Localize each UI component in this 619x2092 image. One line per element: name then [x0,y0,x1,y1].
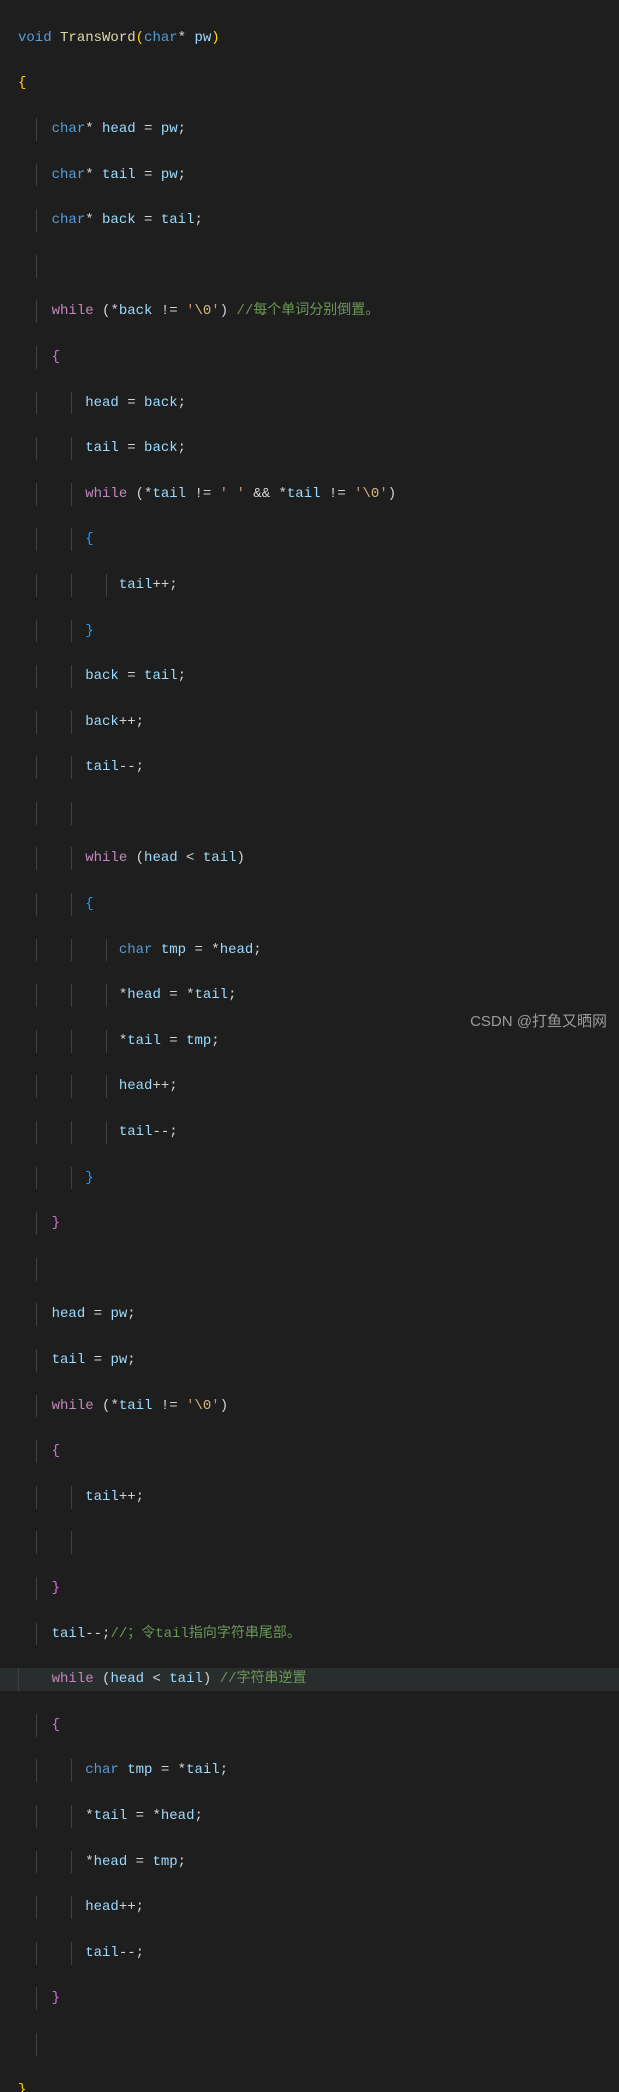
code-line: char* tail = pw; [18,164,619,187]
code-line: head = pw; [18,1303,619,1326]
code-line: head++; [18,1075,619,1098]
code-line: tail = back; [18,437,619,460]
code-line: while (*back != '\0') //每个单词分别倒置。 [18,300,619,323]
code-line: void TransWord(char* pw) [18,27,619,50]
code-line: back++; [18,711,619,734]
code-line [18,2033,619,2056]
code-line [18,802,619,825]
code-line: } [18,620,619,643]
code-line [18,255,619,278]
code-line: while (*tail != ' ' && *tail != '\0') [18,483,619,506]
code-line: while (*tail != '\0') [18,1395,619,1418]
code-line: { [18,72,619,95]
code-line: *tail = *head; [18,1805,619,1828]
code-line [18,1258,619,1281]
code-line: char tmp = *tail; [18,1759,619,1782]
code-line: head++; [18,1896,619,1919]
code-line: } [18,1577,619,1600]
code-line: } [18,1212,619,1235]
code-line: tail--; [18,1121,619,1144]
code-line: } [18,1987,619,2010]
code-line: { [18,346,619,369]
code-line: char* head = pw; [18,118,619,141]
code-line: *head = *tail; [18,984,619,1007]
code-line [18,1531,619,1554]
code-line: { [18,528,619,551]
code-line: } [18,1167,619,1190]
code-line: tail++; [18,574,619,597]
code-line: back = tail; [18,665,619,688]
code-line: char tmp = *head; [18,939,619,962]
code-line: char* back = tail; [18,209,619,232]
code-line: tail = pw; [18,1349,619,1372]
code-line: *head = tmp; [18,1851,619,1874]
watermark-text: CSDN @打鱼又晒网 [470,1011,607,1034]
code-line: tail--; [18,1942,619,1965]
code-line: head = back; [18,392,619,415]
code-line: { [18,1714,619,1737]
code-line: tail++; [18,1486,619,1509]
code-line: { [18,1440,619,1463]
code-editor[interactable]: void TransWord(char* pw) { char* head = … [0,0,619,2092]
code-line: tail--;//；令tail指向字符串尾部。 [18,1623,619,1646]
code-line: while (head < tail) [18,847,619,870]
code-line: } [18,2079,619,2092]
code-line: { [18,893,619,916]
code-line: tail--; [18,756,619,779]
code-line-current: while (head < tail) //字符串逆置 [0,1668,619,1691]
